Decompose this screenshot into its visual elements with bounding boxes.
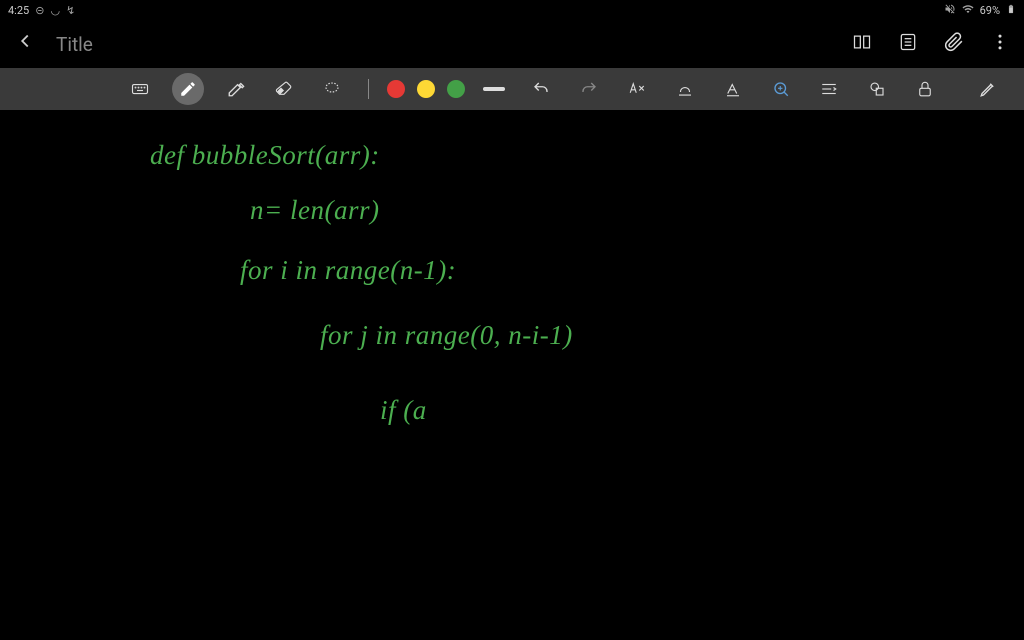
handwriting-line-1: def bubbleSort(arr): <box>150 140 380 171</box>
back-button[interactable] <box>14 30 36 58</box>
lock-tool[interactable] <box>909 73 941 105</box>
reading-mode-icon[interactable] <box>852 32 872 57</box>
color-green[interactable] <box>447 80 465 98</box>
handwriting-line-4: for j in range(0, n-i-1) <box>320 320 573 351</box>
redo-button[interactable] <box>573 73 605 105</box>
eraser-tool[interactable] <box>268 73 300 105</box>
keyboard-tool[interactable] <box>124 73 156 105</box>
shape-tool[interactable] <box>861 73 893 105</box>
status-do-not-disturb-icon: ◡ <box>50 4 60 17</box>
undo-button[interactable] <box>525 73 557 105</box>
zoom-tool[interactable] <box>765 73 797 105</box>
status-misc-icon: ↯ <box>66 4 75 17</box>
page-title[interactable]: Title <box>56 33 832 56</box>
easy-writing-tool[interactable] <box>669 73 701 105</box>
handwriting-to-text-tool[interactable] <box>621 73 653 105</box>
battery-percent: 69% <box>980 4 1000 17</box>
drawing-toolbar <box>0 68 1024 110</box>
more-options-icon[interactable] <box>990 32 1010 57</box>
toolbar-divider <box>368 79 369 99</box>
edit-toggle[interactable] <box>972 73 1004 105</box>
color-red[interactable] <box>387 80 405 98</box>
color-yellow[interactable] <box>417 80 435 98</box>
pen-tool[interactable] <box>220 73 252 105</box>
handwriting-line-3: for i in range(n-1): <box>240 255 456 286</box>
text-style-tool[interactable] <box>717 73 749 105</box>
status-notif-icon: ⊝ <box>35 4 44 17</box>
drawing-canvas[interactable]: def bubbleSort(arr): n= len(arr) for i i… <box>0 110 1024 640</box>
page-options-icon[interactable] <box>898 32 918 57</box>
status-bar: 4:25 ⊝ ◡ ↯ 69% <box>0 0 1024 20</box>
mute-icon <box>944 3 956 18</box>
attach-icon[interactable] <box>944 32 964 57</box>
lasso-tool[interactable] <box>316 73 348 105</box>
align-tool[interactable] <box>813 73 845 105</box>
handwriting-line-2: n= len(arr) <box>250 195 379 226</box>
stroke-thickness[interactable] <box>483 87 505 91</box>
note-header: Title <box>0 20 1024 68</box>
handwriting-line-5: if (a <box>380 395 427 426</box>
status-time: 4:25 <box>8 4 29 17</box>
battery-icon <box>1006 2 1016 19</box>
wifi-icon <box>962 3 974 18</box>
highlighter-tool[interactable] <box>172 73 204 105</box>
